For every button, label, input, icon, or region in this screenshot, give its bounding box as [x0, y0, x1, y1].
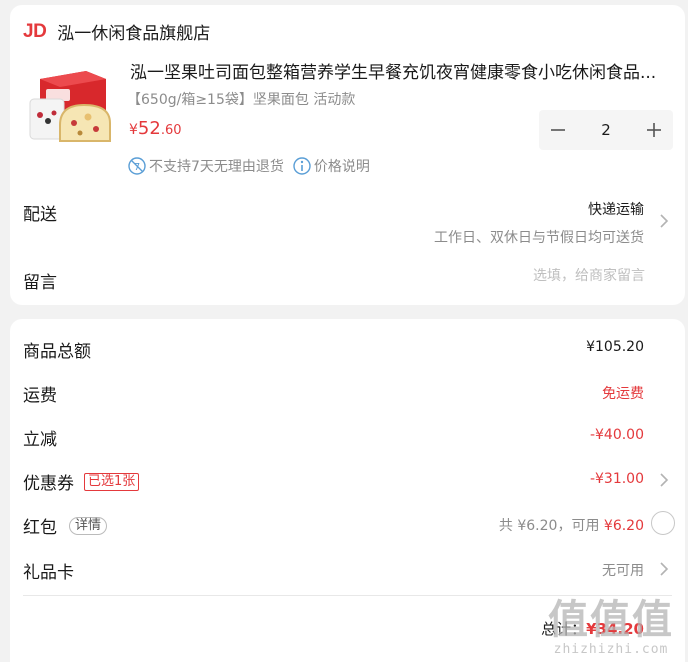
- price-info-tag[interactable]: 价格说明: [292, 156, 370, 176]
- delivery-method[interactable]: 快递运输: [588, 199, 644, 219]
- chevron-right-icon[interactable]: [659, 561, 669, 577]
- info-icon: [293, 157, 311, 175]
- bread-product-image: [24, 65, 116, 145]
- product-spec[interactable]: 【650g/箱≥15袋】坚果面包 活动款: [127, 89, 355, 109]
- red-packet-value-prefix: 共 ¥6.20，可用: [498, 518, 604, 534]
- product-image[interactable]: [24, 65, 116, 145]
- site-watermark: 值值值 zhizhizhi.com: [536, 598, 686, 660]
- shipping-fee-value: 免运费: [602, 386, 644, 402]
- increase-button[interactable]: [635, 110, 673, 150]
- no-return-text: 不支持7天无理由退货: [149, 159, 284, 175]
- quantity-value[interactable]: 2: [577, 121, 635, 139]
- no-return-icon: 7: [128, 157, 146, 175]
- product-price: ¥52.60: [129, 118, 182, 139]
- shop-name[interactable]: 泓一休闲食品旗舰店: [57, 19, 210, 44]
- chevron-right-icon[interactable]: [659, 472, 669, 488]
- price-currency: ¥: [129, 122, 138, 138]
- delivery-label: 配送: [23, 205, 57, 225]
- shop-card: JD 泓一休闲食品旗舰店 泓一坚果吐司面包整箱营养学生早餐充饥夜宵健康零食小吃休…: [10, 5, 685, 305]
- discount-label: 立减: [23, 430, 57, 450]
- message-input[interactable]: [385, 268, 645, 284]
- goods-total-label: 商品总额: [23, 342, 91, 362]
- red-packet-details-badge[interactable]: 详情: [69, 516, 108, 535]
- message-label: 留言: [23, 273, 57, 293]
- coupon-label: 优惠券: [23, 474, 74, 494]
- red-packet-label: 红包: [23, 518, 57, 538]
- red-packet-radio[interactable]: [651, 511, 675, 535]
- coupon-row[interactable]: 优惠券 已选1张: [23, 469, 140, 494]
- chevron-right-icon[interactable]: [659, 213, 669, 229]
- shop-header[interactable]: JD 泓一休闲食品旗舰店: [23, 19, 210, 45]
- divider: [23, 595, 672, 596]
- coupon-selected-badge: 已选1张: [84, 472, 140, 491]
- watermark-logo-text: 值值值: [548, 597, 674, 643]
- gift-card-value[interactable]: 无可用: [602, 560, 644, 580]
- jd-logo: JD: [23, 20, 47, 42]
- no-return-tag[interactable]: 7 不支持7天无理由退货: [127, 156, 284, 176]
- red-packet-usable: ¥6.20: [603, 518, 644, 534]
- plus-icon: [647, 123, 661, 137]
- price-decimal: .60: [160, 123, 182, 138]
- decrease-button[interactable]: [539, 110, 577, 150]
- watermark-url: zhizhizhi.com: [553, 642, 669, 657]
- product-tags: 7 不支持7天无理由退货 价格说明: [127, 156, 378, 176]
- coupon-value[interactable]: -¥31.00: [590, 471, 644, 487]
- shipping-fee-label: 运费: [23, 386, 57, 406]
- product-title[interactable]: 泓一坚果吐司面包整箱营养学生早餐充饥夜宵健康零食小吃休闲食品...: [130, 58, 670, 83]
- gift-card-label: 礼品卡: [23, 563, 74, 583]
- minus-icon: [551, 129, 565, 131]
- red-packet-row: 红包 详情: [23, 513, 108, 538]
- price-info-text: 价格说明: [313, 159, 370, 175]
- quantity-stepper: 2: [539, 110, 673, 150]
- discount-value: -¥40.00: [589, 427, 644, 443]
- delivery-note[interactable]: 工作日、双休日与节假日均可送货: [434, 227, 644, 247]
- goods-total-value: ¥105.20: [586, 339, 644, 355]
- price-integer: 52: [137, 118, 161, 139]
- red-packet-value: 共 ¥6.20，可用 ¥6.20: [499, 515, 644, 535]
